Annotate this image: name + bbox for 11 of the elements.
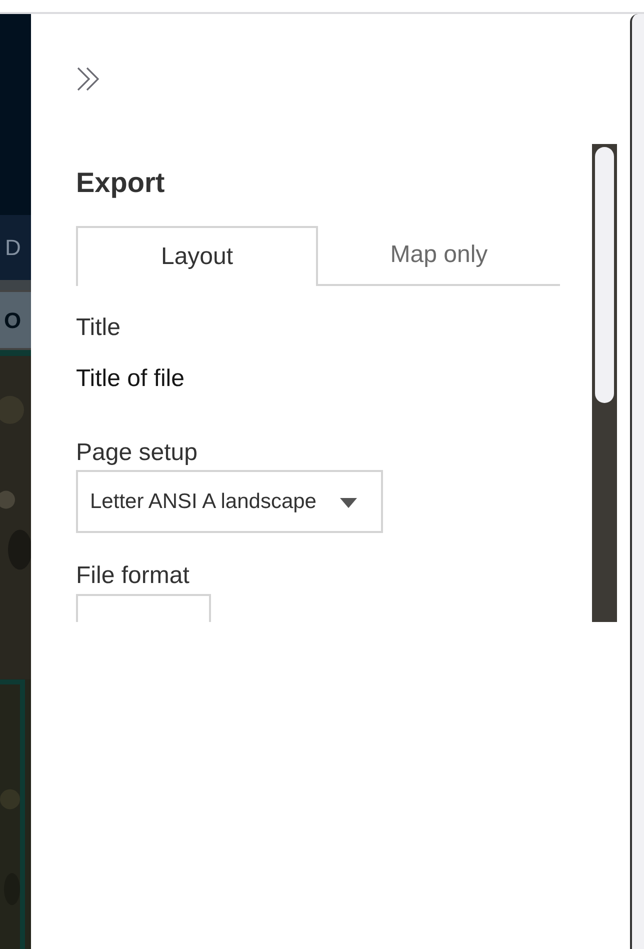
dropdown-icon bbox=[340, 498, 357, 508]
tab[interactable]: Layout bbox=[76, 226, 318, 286]
field-label: Title bbox=[76, 313, 122, 343]
page-setup-select[interactable]: Letter ANSI A landscape bbox=[76, 470, 383, 533]
collapse-icon[interactable] bbox=[76, 66, 102, 92]
panel-title: Export bbox=[76, 166, 166, 200]
tab-label[interactable]: D bbox=[0, 231, 21, 264]
field-label: File format bbox=[76, 561, 190, 591]
title-field[interactable]: Title of file bbox=[76, 364, 562, 394]
scrollbar-thumb[interactable] bbox=[595, 147, 614, 403]
field-label: Page setup bbox=[76, 438, 198, 468]
